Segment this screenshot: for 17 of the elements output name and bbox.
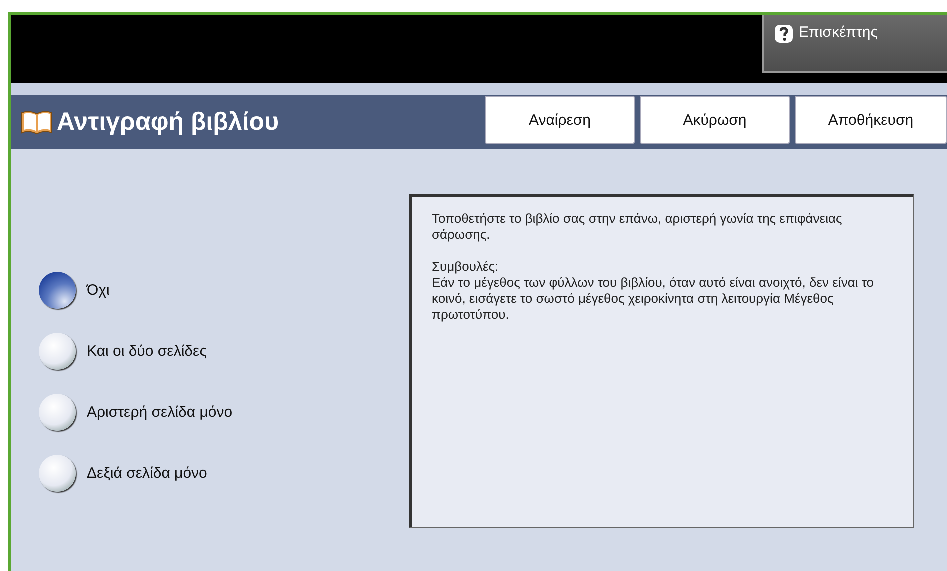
user-button[interactable]: Επισκέπτης: [762, 15, 947, 73]
radio-button[interactable]: [39, 394, 76, 431]
radio-button[interactable]: [39, 272, 76, 309]
toolbar-button[interactable]: Ακύρωση: [640, 96, 790, 144]
option-label[interactable]: Αριστερή σελίδα μόνο: [87, 404, 233, 421]
toolbar-button[interactable]: Αναίρεση: [485, 96, 635, 144]
info-text: Συμβουλές: Εάν το μέγεθος των φύλλων του βιβλίου, όταν αυτό είναι ανοιχτό, δεν είναι το κοινό, εισάγετε το σωστό μέγεθος χειροκίνητα στη λειτουργία Μέγεθος πρωτοτύπου.: [432, 259, 876, 323]
toolbar-button[interactable]: Αποθήκευση: [795, 96, 947, 144]
radio-button[interactable]: [39, 455, 76, 492]
help-icon: [774, 24, 794, 44]
option-label[interactable]: Και οι δύο σελίδες: [87, 343, 207, 360]
radio-button[interactable]: [39, 333, 76, 370]
info-text: Τοποθετήστε το βιβλίο σας στην επάνω, αριστερή γωνία της επιφάνειας σάρωσης.: [432, 211, 844, 243]
option-label[interactable]: Δεξιά σελίδα μόνο: [87, 465, 208, 482]
screen-title: Αντιγραφή βιβλίου: [57, 108, 280, 136]
book-icon: [21, 109, 53, 135]
option-label[interactable]: Όχι: [87, 282, 110, 299]
